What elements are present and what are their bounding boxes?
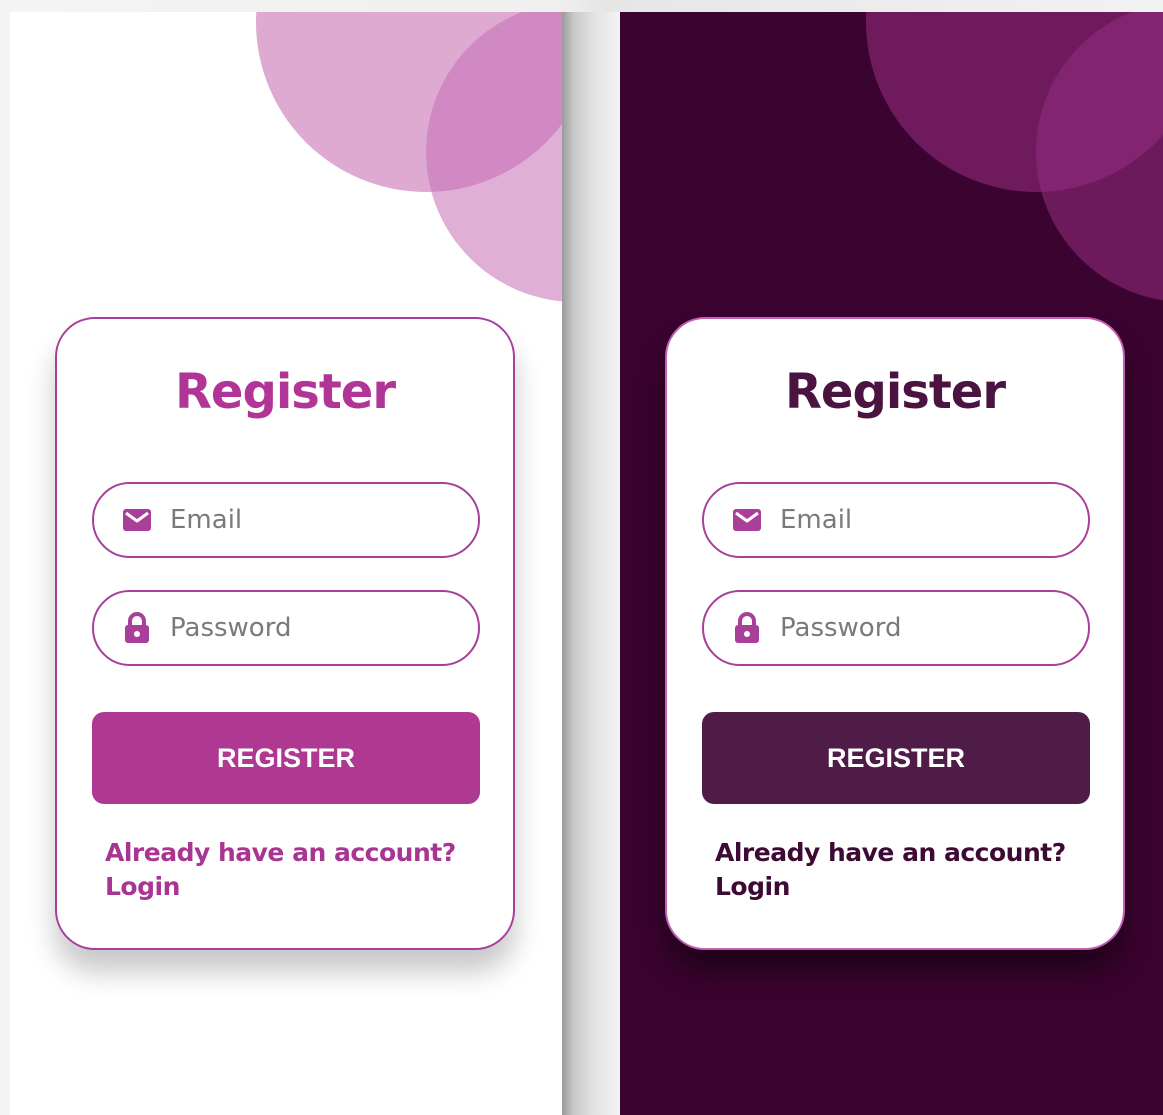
page-title: Register [784,364,1006,420]
email-placeholder: Email [780,505,853,535]
email-field[interactable]: Email [702,482,1090,558]
mail-icon [732,505,762,535]
account-prompt-text: Already have an account? [715,838,1066,867]
email-field[interactable]: Email [92,482,480,558]
lock-icon [732,612,762,643]
login-prompt: Already have an account? Login [105,836,456,904]
password-placeholder: Password [780,613,902,643]
divider-strip [562,12,620,1115]
password-placeholder: Password [170,613,292,643]
login-prompt: Already have an account? Login [715,836,1066,904]
register-card: Register Email Password REGISTER Already… [55,317,515,950]
lock-icon [122,612,152,643]
login-link[interactable]: Login [715,870,1066,904]
register-card: Register Email Password REGISTER Already… [665,317,1125,950]
register-button[interactable]: REGISTER [92,712,480,804]
register-button[interactable]: REGISTER [702,712,1090,804]
password-field[interactable]: Password [702,590,1090,666]
light-theme-screen: Register Email Password REGISTER Already… [10,12,562,1115]
mail-icon [122,505,152,535]
login-link[interactable]: Login [105,870,456,904]
account-prompt-text: Already have an account? [105,838,456,867]
password-field[interactable]: Password [92,590,480,666]
page-title: Register [174,364,396,420]
email-placeholder: Email [170,505,243,535]
dark-theme-screen: Register Email Password REGISTER Already… [620,12,1163,1115]
